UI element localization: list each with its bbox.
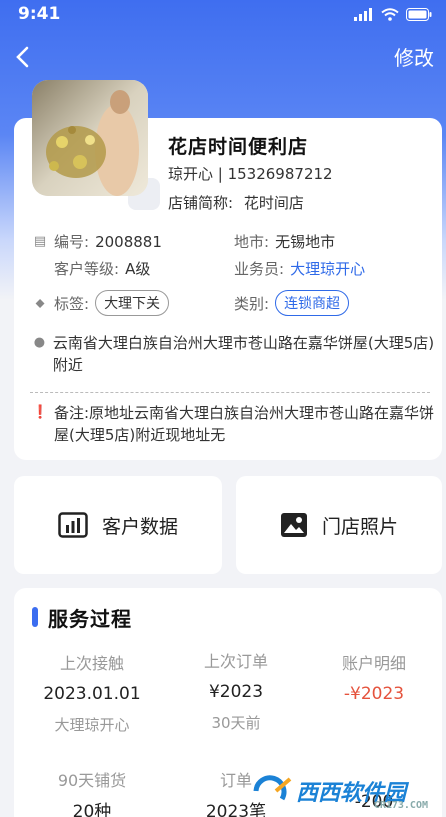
last-order-value: ¥2023 bbox=[208, 682, 264, 702]
location-pin-icon: ● bbox=[33, 335, 46, 350]
status-bar: 9:41 bbox=[0, 0, 446, 34]
wifi-icon bbox=[381, 8, 399, 21]
account-detail-cell[interactable]: 账户明细 -¥2023 bbox=[314, 650, 434, 704]
code-value: 2008881 bbox=[95, 232, 162, 251]
code-label: 编号: bbox=[54, 233, 90, 251]
info-icon: ❗ bbox=[32, 405, 49, 420]
last-order-cell[interactable]: 上次订单 ¥2023 30天前 bbox=[176, 648, 296, 733]
level-row: 客户等级: A级 bbox=[54, 258, 150, 279]
address-row: ● 云南省大理白族自治州大理市苍山路在嘉华饼屋(大理5店)附近 bbox=[32, 332, 436, 376]
category-row: 类别: 连锁商超 bbox=[234, 290, 350, 316]
nav-bar: 修改 bbox=[0, 36, 446, 80]
stock-90d-value: 20种 bbox=[72, 802, 112, 817]
customer-data-label: 客户数据 bbox=[101, 515, 178, 538]
level-value: A级 bbox=[125, 260, 151, 278]
address-text: 云南省大理白族自治州大理市苍山路在嘉华饼屋(大理5店)附近 bbox=[52, 334, 435, 374]
shop-contact: 琼开心 | 15326987212 bbox=[168, 165, 333, 183]
last-order-label: 上次订单 bbox=[203, 652, 268, 671]
site-watermark: 西西软件园 CR173.COM bbox=[252, 770, 438, 812]
status-icons bbox=[354, 8, 432, 21]
last-order-age: 30天前 bbox=[211, 714, 261, 732]
back-button[interactable] bbox=[10, 40, 42, 74]
stock-90d-cell[interactable]: 90天铺货 20种 bbox=[30, 767, 154, 817]
tag-icon: ⬥ bbox=[35, 295, 45, 311]
section-accent-bar bbox=[32, 607, 38, 627]
id-card-icon: ▤ bbox=[33, 234, 47, 249]
abbr-label: 店铺简称: bbox=[168, 194, 234, 212]
remark-text: 备注:原地址云南省大理白族自治州大理市苍山路在嘉华饼屋(大理5店)附近现地址无 bbox=[54, 404, 435, 444]
tag-label: 标签: bbox=[54, 294, 90, 313]
shop-abbreviation: 店铺简称: 花时间店 bbox=[168, 192, 304, 213]
watermark-logo-icon bbox=[253, 775, 292, 801]
bar-chart-icon bbox=[58, 512, 88, 538]
abbr-value: 花时间店 bbox=[243, 194, 304, 212]
account-detail-label: 账户明细 bbox=[341, 654, 406, 673]
salesman-row: 业务员: 大理琼开心 bbox=[234, 258, 365, 279]
tag-chip[interactable]: 大理下关 bbox=[95, 290, 170, 316]
last-contact-cell[interactable]: 上次接触 2023.01.01 大理琼开心 bbox=[30, 650, 154, 735]
city-row: 地市: 无锡地市 bbox=[234, 231, 335, 252]
signal-icon bbox=[354, 8, 372, 21]
store-photos-button[interactable]: 门店照片 bbox=[236, 476, 442, 574]
tag-row: ⬥ 标签: 大理下关 bbox=[32, 290, 170, 316]
category-label: 类别: bbox=[234, 294, 270, 313]
chevron-left-icon bbox=[16, 46, 29, 68]
stock-90d-label: 90天铺货 bbox=[57, 771, 127, 790]
shop-photo-image bbox=[32, 80, 148, 196]
category-chip[interactable]: 连锁商超 bbox=[275, 290, 350, 316]
account-detail-value: -¥2023 bbox=[343, 684, 405, 704]
last-contact-value: 2023.01.01 bbox=[43, 684, 141, 704]
status-time: 9:41 bbox=[18, 4, 61, 24]
code-row: ▤ 编号: 2008881 bbox=[32, 231, 162, 252]
service-process-title: 服务过程 bbox=[48, 607, 132, 631]
store-photos-label: 门店照片 bbox=[321, 515, 398, 538]
city-label: 地市: bbox=[234, 233, 270, 251]
level-label: 客户等级: bbox=[54, 260, 120, 278]
customer-data-button[interactable]: 客户数据 bbox=[14, 476, 222, 574]
salesman-link[interactable]: 大理琼开心 bbox=[290, 258, 365, 279]
watermark-url: CR173.COM bbox=[373, 800, 428, 811]
battery-icon bbox=[406, 8, 432, 21]
remark-row: ❗ 备注:原地址云南省大理白族自治州大理市苍山路在嘉华饼屋(大理5店)附近现地址… bbox=[32, 402, 436, 446]
last-contact-person: 大理琼开心 bbox=[54, 716, 130, 734]
edit-button[interactable]: 修改 bbox=[394, 42, 434, 71]
salesman-label: 业务员: bbox=[234, 260, 285, 278]
last-contact-label: 上次接触 bbox=[59, 654, 124, 673]
city-value: 无锡地市 bbox=[275, 233, 336, 251]
shop-name: 花店时间便利店 bbox=[168, 136, 309, 158]
shop-avatar[interactable] bbox=[32, 80, 148, 196]
dashed-divider bbox=[30, 392, 430, 393]
image-icon bbox=[280, 513, 307, 537]
